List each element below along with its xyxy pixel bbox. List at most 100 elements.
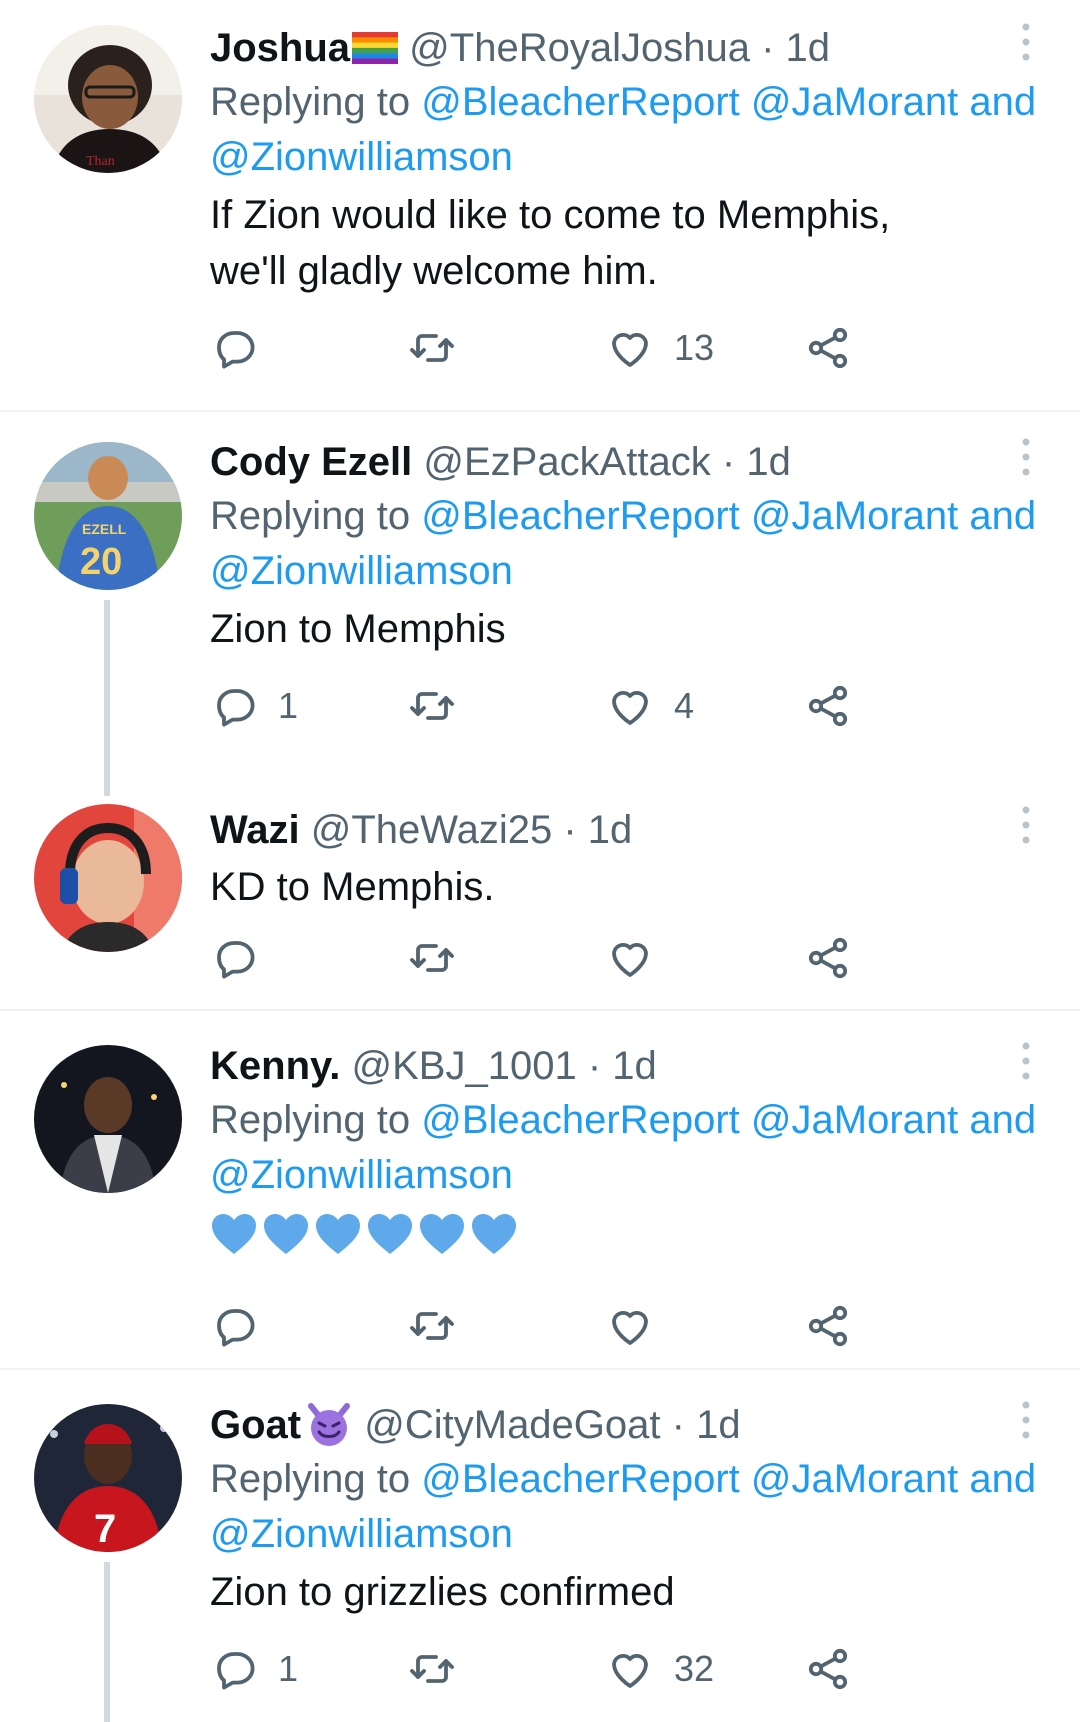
timestamp[interactable]: · 1d xyxy=(672,1403,741,1447)
tweet-header: Wazi @TheWazi25 · 1d xyxy=(210,803,1040,857)
tweet-text: If Zion would like to come to Memphis, w… xyxy=(210,193,891,293)
display-name[interactable]: Joshua xyxy=(210,26,350,70)
like-button[interactable]: 13 xyxy=(606,323,714,373)
like-count: 4 xyxy=(674,685,695,726)
retweet-icon xyxy=(408,1302,456,1350)
like-icon xyxy=(606,324,654,372)
display-name[interactable]: Wazi xyxy=(210,808,300,852)
handle[interactable]: @TheWazi25 xyxy=(311,808,552,852)
retweet-button[interactable] xyxy=(408,1301,476,1351)
handle[interactable]: @EzPackAttack xyxy=(423,440,710,484)
thread-line xyxy=(104,1562,110,1722)
blue-heart-icon xyxy=(418,1211,466,1255)
like-button[interactable]: 32 xyxy=(606,1644,714,1694)
tweet-kenny[interactable]: Kenny. @KBJ_1001 · 1d Replying to @Bleac… xyxy=(0,1011,1080,1371)
share-icon xyxy=(804,934,852,982)
avatar[interactable] xyxy=(34,804,182,952)
like-count: 32 xyxy=(674,1648,715,1689)
timestamp[interactable]: · 1d xyxy=(563,808,632,852)
display-name[interactable]: Cody Ezell xyxy=(210,440,412,484)
share-button[interactable] xyxy=(804,323,852,373)
tweet-text: Zion to grizzlies confirmed xyxy=(210,1570,675,1614)
retweet-icon xyxy=(408,1645,456,1693)
replying-to: Replying to @BleacherReport @JaMorant an… xyxy=(210,1452,1040,1562)
svg-text:Than: Than xyxy=(86,154,115,169)
tweet-text: KD to Memphis. xyxy=(210,865,495,909)
tweet-joshua[interactable]: Than Joshua @TheRoyalJoshua · 1d Replyin… xyxy=(0,0,1080,420)
reply-button[interactable]: 1 xyxy=(210,681,298,731)
blue-heart-icon xyxy=(470,1211,518,1255)
timestamp[interactable]: · 1d xyxy=(588,1044,657,1088)
reply-button[interactable]: 1 xyxy=(210,1644,298,1694)
mention-link[interactable]: @Zionwilliamson xyxy=(210,135,513,179)
retweet-icon xyxy=(408,324,456,372)
mention-links[interactable]: @BleacherReport @JaMorant and xyxy=(421,80,1036,124)
rainbow-flag-icon xyxy=(352,32,399,64)
reply-icon xyxy=(210,934,258,982)
like-count: 13 xyxy=(674,327,715,368)
mention-links[interactable]: @BleacherReport @JaMorant and xyxy=(421,1098,1036,1142)
avatar[interactable]: Than xyxy=(34,25,182,173)
handle[interactable]: @TheRoyalJoshua xyxy=(409,26,750,70)
share-icon xyxy=(804,324,852,372)
tweet-header: Goat @CityMadeGoat · 1d xyxy=(210,1398,1040,1452)
share-icon xyxy=(804,1302,852,1350)
retweet-button[interactable] xyxy=(408,933,476,983)
tweet-wazi[interactable]: Wazi @TheWazi25 · 1d KD to Memphis. xyxy=(0,792,1080,1012)
replying-to: Replying to @BleacherReport @JaMorant an… xyxy=(210,1093,1040,1203)
action-bar: 1 4 xyxy=(210,681,1040,731)
share-button[interactable] xyxy=(804,1644,852,1694)
like-button[interactable] xyxy=(606,933,674,983)
mention-links[interactable]: @BleacherReport @JaMorant and xyxy=(421,494,1036,538)
like-icon xyxy=(606,934,654,982)
share-icon xyxy=(804,682,852,730)
blue-heart-icon xyxy=(314,1211,362,1255)
blue-heart-icon xyxy=(262,1211,310,1255)
avatar[interactable] xyxy=(34,1045,182,1193)
share-button[interactable] xyxy=(804,933,852,983)
share-button[interactable] xyxy=(804,1301,852,1351)
mention-link[interactable]: @Zionwilliamson xyxy=(210,1153,513,1197)
svg-text:7: 7 xyxy=(94,1507,116,1551)
share-icon xyxy=(804,1645,852,1693)
replying-to-label: Replying to xyxy=(210,1457,411,1501)
action-bar xyxy=(210,933,1040,983)
action-bar: 1 32 xyxy=(210,1644,1040,1694)
like-button[interactable] xyxy=(606,1301,674,1351)
tweet-text xyxy=(210,1211,1040,1255)
reply-count: 1 xyxy=(278,1648,299,1689)
tweet-text: Zion to Memphis xyxy=(210,607,506,651)
retweet-button[interactable] xyxy=(408,1644,476,1694)
like-icon xyxy=(606,682,654,730)
smiling-devil-icon xyxy=(308,1403,351,1446)
avatar[interactable]: EZELL 20 xyxy=(34,442,182,590)
tweet-cody-ezell[interactable]: EZELL 20 Cody Ezell @EzPackAttack · 1d R… xyxy=(0,412,1080,796)
reply-button[interactable] xyxy=(210,323,278,373)
mention-link[interactable]: @Zionwilliamson xyxy=(210,549,513,593)
retweet-button[interactable] xyxy=(408,323,476,373)
thread-line xyxy=(104,600,110,796)
replying-to: Replying to @BleacherReport @JaMorant an… xyxy=(210,489,1040,599)
tweet-header: Cody Ezell @EzPackAttack · 1d xyxy=(210,435,1040,489)
mention-link[interactable]: @Zionwilliamson xyxy=(210,1512,513,1556)
tweet-goat[interactable]: 7 Goat @CityMadeGoat · 1d Replying to @B… xyxy=(0,1370,1080,1722)
display-name[interactable]: Goat xyxy=(210,1403,301,1447)
replying-to-label: Replying to xyxy=(210,494,411,538)
timestamp[interactable]: · 1d xyxy=(722,440,791,484)
handle[interactable]: @CityMadeGoat xyxy=(364,1403,660,1447)
reply-button[interactable] xyxy=(210,933,278,983)
reply-button[interactable] xyxy=(210,1301,278,1351)
timestamp[interactable]: · 1d xyxy=(761,26,830,70)
display-name[interactable]: Kenny. xyxy=(210,1044,340,1088)
replying-to-label: Replying to xyxy=(210,80,411,124)
reply-icon xyxy=(210,324,258,372)
like-button[interactable]: 4 xyxy=(606,681,694,731)
handle[interactable]: @KBJ_1001 xyxy=(352,1044,577,1088)
reply-icon xyxy=(210,1645,258,1693)
retweet-button[interactable] xyxy=(408,681,476,731)
share-button[interactable] xyxy=(804,681,852,731)
mention-links[interactable]: @BleacherReport @JaMorant and xyxy=(421,1457,1036,1501)
blue-heart-icon xyxy=(210,1211,258,1255)
avatar[interactable]: 7 xyxy=(34,1404,182,1552)
svg-text:EZELL: EZELL xyxy=(82,521,127,537)
